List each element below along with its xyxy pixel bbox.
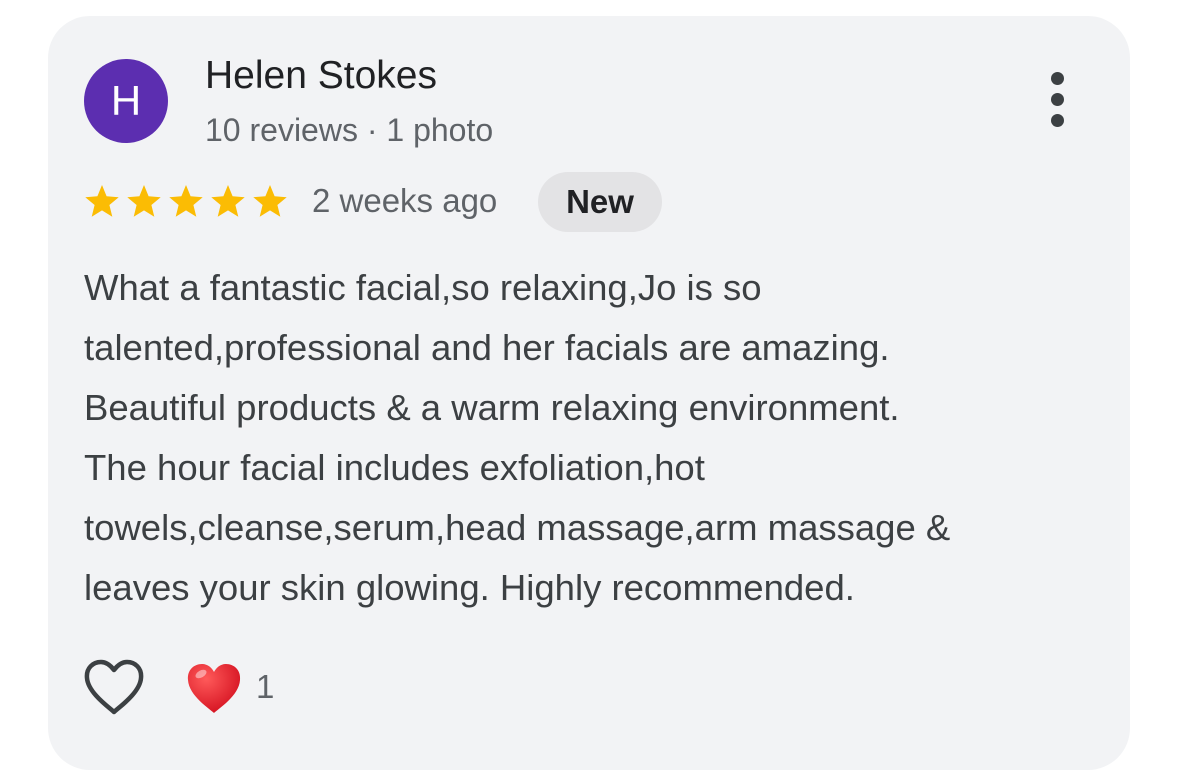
new-badge: New [538, 172, 662, 232]
review-card: H Helen Stokes 10 reviews · 1 photo 2 we [48, 16, 1130, 770]
like-button[interactable] [82, 658, 146, 718]
more-vert-icon-dot [1051, 114, 1064, 127]
more-vert-icon [1051, 72, 1064, 85]
reaction-count: 1 [256, 668, 275, 705]
review-text: What a fantastic facial,so relaxing,Jo i… [84, 258, 1104, 618]
star-icon [211, 185, 245, 217]
star-rating [85, 185, 287, 217]
review-line: What a fantastic facial,so relaxing,Jo i… [84, 267, 762, 308]
avatar[interactable]: H [84, 59, 168, 143]
reviewer-meta: 10 reviews · 1 photo [205, 112, 494, 148]
more-vert-icon-dot [1051, 93, 1064, 106]
star-icon [253, 185, 287, 217]
rating-row: 2 weeks ago New [84, 172, 784, 232]
more-options-button[interactable] [1038, 72, 1078, 128]
reviewer-name[interactable]: Helen Stokes [205, 54, 437, 98]
star-icon [169, 185, 203, 217]
review-time: 2 weeks ago [312, 182, 498, 219]
star-icon [127, 185, 161, 217]
review-line: Beautiful products & a warm relaxing env… [84, 387, 900, 428]
review-line: talented,professional and her facials ar… [84, 327, 890, 368]
review-line: The hour facial includes exfoliation,hot [84, 447, 705, 488]
red-heart-icon[interactable] [186, 662, 242, 716]
star-icon [85, 185, 119, 217]
review-line: towels,cleanse,serum,head massage,arm ma… [84, 507, 951, 548]
review-line: leaves your skin glowing. Highly recomme… [84, 567, 855, 608]
heart-outline-icon [84, 659, 144, 715]
